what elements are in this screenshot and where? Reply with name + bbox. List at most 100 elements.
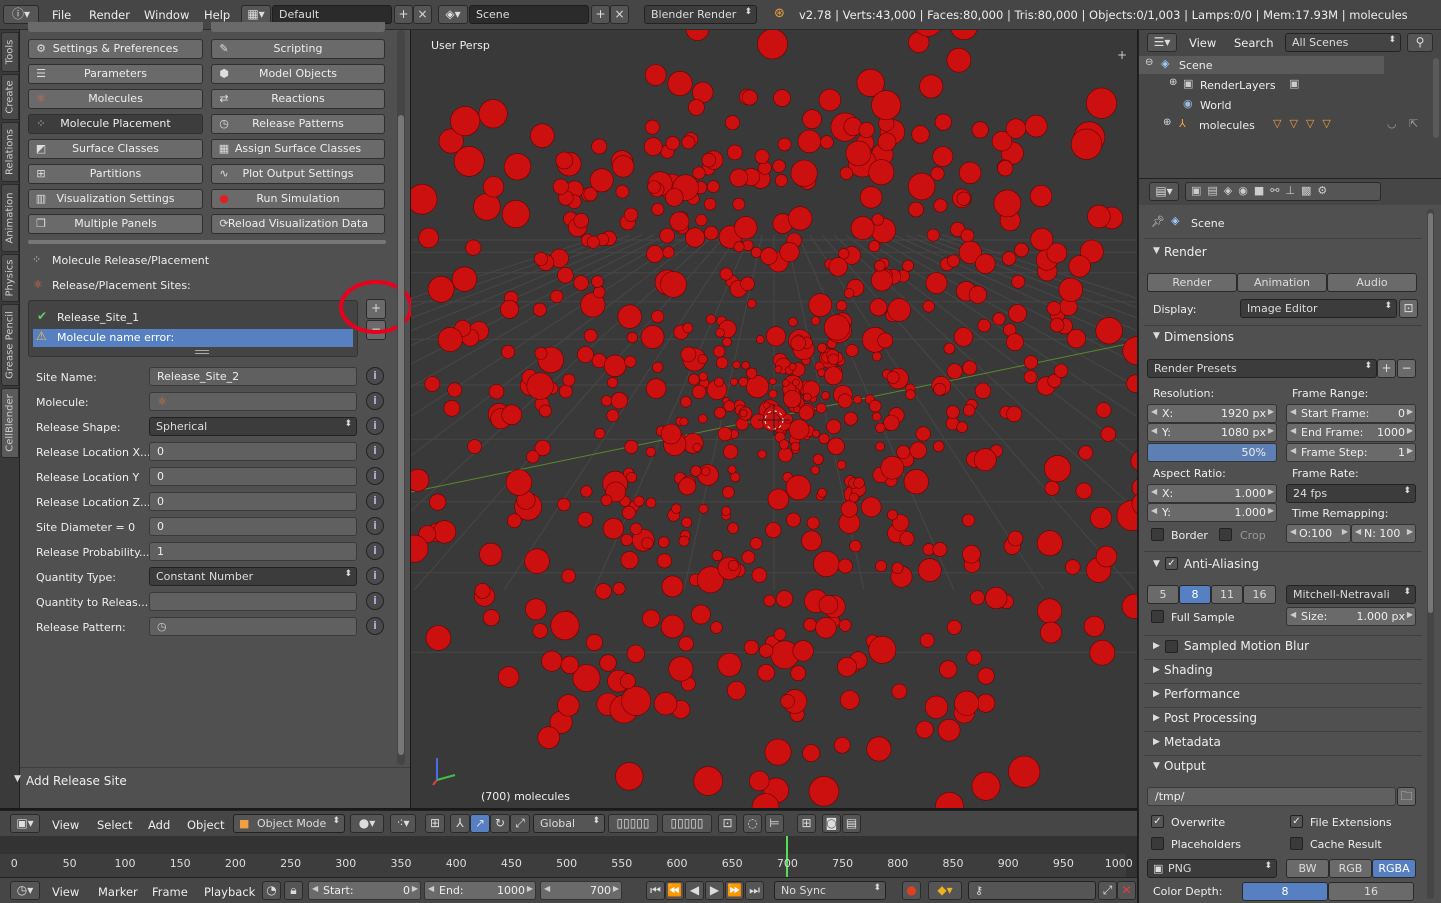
- jump-end-icon[interactable]: ⏭: [745, 881, 764, 900]
- viewport-plus-icon[interactable]: +: [1117, 48, 1127, 62]
- aa-size-field[interactable]: ◀ Size: 1.000 px ▶: [1286, 607, 1416, 626]
- outliner-menu-search[interactable]: Search: [1234, 36, 1274, 50]
- motion-blur-header[interactable]: Sampled Motion Blur: [1184, 639, 1309, 653]
- play-reverse-icon[interactable]: ◀: [685, 881, 704, 900]
- frame-rate-dropdown[interactable]: 24 fps ⬍: [1286, 484, 1416, 503]
- overwrite-checkbox[interactable]: ✓: [1151, 815, 1164, 828]
- tab-relations[interactable]: Relations: [1, 122, 19, 182]
- render-presets-dropdown[interactable]: Render Presets ⬍: [1147, 359, 1377, 378]
- info-icon[interactable]: i: [366, 417, 384, 435]
- list-item[interactable]: ◉ World: [1139, 96, 1439, 114]
- aa-samples-8[interactable]: 8: [1179, 585, 1211, 604]
- manipulator-icon[interactable]: ⊞: [425, 814, 445, 833]
- keying-set-field[interactable]: ⚷: [968, 881, 1096, 900]
- file-extensions-checkbox[interactable]: ✓: [1290, 815, 1303, 828]
- color-mode-bw[interactable]: BW: [1286, 859, 1329, 878]
- animation-button[interactable]: Animation: [1237, 273, 1327, 292]
- visibility-icon[interactable]: ◡: [1387, 117, 1397, 130]
- jump-keyframe-forward-icon[interactable]: ⏩: [725, 881, 744, 900]
- lock-interface-icon[interactable]: ⊡: [1399, 299, 1418, 318]
- molecules-button[interactable]: ⚛ Molecules: [28, 89, 203, 109]
- field-input[interactable]: 0: [149, 467, 357, 486]
- orientation-dropdown[interactable]: Global ⬍: [533, 814, 605, 833]
- file-format-dropdown[interactable]: ▣ PNG ⬍: [1147, 859, 1277, 878]
- render-animation-icon[interactable]: ▤: [842, 814, 861, 833]
- field-input[interactable]: 1: [149, 542, 357, 561]
- color-mode-rgba[interactable]: RGBA: [1372, 859, 1416, 878]
- reload-visualization-data-button[interactable]: ⟳ Reload Visualization Data: [211, 214, 385, 234]
- field-input[interactable]: Release_Site_2: [149, 367, 357, 386]
- info-icon[interactable]: i: [366, 367, 384, 385]
- viewport-menu-add[interactable]: Add: [148, 818, 170, 832]
- placeholders-checkbox[interactable]: [1151, 837, 1164, 850]
- info-icon[interactable]: i: [366, 492, 384, 510]
- end-frame-field[interactable]: ◀ End Frame: 1000 ▶: [1286, 423, 1416, 442]
- surface-classes-button[interactable]: ◩ Surface Classes: [28, 139, 203, 159]
- add-scene-icon[interactable]: +: [591, 5, 610, 24]
- molecule-placement-button[interactable]: ⁘ Molecule Placement: [28, 114, 203, 134]
- aspect-x-field[interactable]: ◀ X: 1.000 ▶: [1147, 484, 1277, 503]
- layers-grid-1[interactable]: ▯▯▯▯▯: [608, 814, 658, 833]
- panel-scrollbar[interactable]: [397, 30, 405, 765]
- pivot-icon[interactable]: ⁖▾: [390, 814, 416, 833]
- info-icon[interactable]: i: [366, 392, 384, 410]
- scene-field[interactable]: Scene: [469, 5, 589, 24]
- field-dropdown[interactable]: Constant Number ⬍: [149, 567, 357, 586]
- viewport-editor-icon[interactable]: ▣▾: [10, 814, 40, 833]
- performance-header[interactable]: Performance: [1164, 687, 1240, 701]
- scale-icon[interactable]: ⤢: [510, 814, 530, 833]
- menu-window[interactable]: Window: [144, 8, 189, 22]
- shading-header[interactable]: Shading: [1164, 663, 1213, 677]
- viewport-menu-object[interactable]: Object: [187, 818, 224, 832]
- list-item[interactable]: ⊕ ▣ RenderLayers ▣: [1139, 76, 1439, 94]
- info-icon[interactable]: i: [366, 467, 384, 485]
- scrollbar-thumb[interactable]: [1428, 213, 1433, 613]
- remove-scene-icon[interactable]: ×: [610, 5, 629, 24]
- scrollbar-thumb[interactable]: [398, 115, 404, 755]
- post-processing-header[interactable]: Post Processing: [1164, 711, 1257, 725]
- layers-grid-2[interactable]: ▯▯▯▯▯: [662, 814, 712, 833]
- audio-button[interactable]: Audio: [1327, 273, 1417, 292]
- release-patterns-button[interactable]: ◷ Release Patterns: [211, 114, 385, 134]
- output-section-header[interactable]: Output: [1164, 759, 1206, 773]
- remap-old-field[interactable]: ◀ O:100 ▶: [1286, 524, 1351, 543]
- play-icon[interactable]: ▶: [705, 881, 724, 900]
- info-icon[interactable]: i: [366, 517, 384, 535]
- field-search[interactable]: ⚛: [149, 392, 357, 411]
- timeline-menu-playback[interactable]: Playback: [204, 885, 255, 899]
- crop-checkbox[interactable]: [1219, 528, 1232, 541]
- keying-set-delete-icon[interactable]: ✕: [1117, 881, 1136, 900]
- sync-dropdown[interactable]: No Sync ⬍: [774, 881, 886, 900]
- properties-editor-icon[interactable]: ▤▾: [1149, 182, 1179, 201]
- assign-surface-classes-button[interactable]: ▦ Assign Surface Classes: [211, 139, 385, 159]
- outliner-search-icon[interactable]: ⚲: [1407, 33, 1433, 52]
- rotate-icon[interactable]: ↻: [490, 814, 510, 833]
- 3d-viewport[interactable]: User Persp (700) molecules +: [411, 30, 1137, 808]
- timeline-menu-view[interactable]: View: [52, 885, 79, 899]
- list-resize-grip[interactable]: [195, 350, 209, 354]
- color-depth-16[interactable]: 16: [1328, 882, 1414, 901]
- cache-result-checkbox[interactable]: [1290, 837, 1303, 850]
- add-release-site-header[interactable]: Add Release Site: [26, 774, 127, 788]
- color-mode-rgb[interactable]: RGB: [1329, 859, 1372, 878]
- visualization-settings-button[interactable]: ▥ Visualization Settings: [28, 189, 203, 209]
- keying-set-insert-icon[interactable]: ⤢: [1098, 881, 1117, 900]
- translate-icon[interactable]: ⅄: [450, 814, 470, 833]
- folder-icon[interactable]: 🗀: [1397, 787, 1416, 806]
- remove-preset-icon[interactable]: −: [1397, 359, 1416, 378]
- info-icon[interactable]: i: [366, 617, 384, 635]
- render-button[interactable]: Render: [1147, 273, 1237, 292]
- selectability-icon[interactable]: ⇱: [1409, 117, 1418, 130]
- outliner-editor-icon[interactable]: ☰▾: [1147, 33, 1177, 52]
- field-dropdown[interactable]: Spherical ⬍: [149, 417, 357, 436]
- aa-samples-5[interactable]: 5: [1147, 585, 1179, 604]
- context-tabs[interactable]: ▣▤◈◉■⚯⊥▩⚙: [1185, 182, 1381, 201]
- remove-layout-icon[interactable]: ×: [413, 5, 432, 24]
- jump-start-icon[interactable]: ⏮: [646, 881, 665, 900]
- run-simulation-button[interactable]: ● Run Simulation: [211, 189, 385, 209]
- field-search[interactable]: ◷: [149, 617, 357, 636]
- display-dropdown[interactable]: Image Editor ⬍: [1240, 299, 1397, 318]
- tab-create[interactable]: Create: [1, 74, 19, 120]
- list-item[interactable]: ⊖ ◈ Scene: [1139, 56, 1384, 74]
- start-frame-timeline[interactable]: ◀ Start: 0 ▶: [308, 881, 421, 900]
